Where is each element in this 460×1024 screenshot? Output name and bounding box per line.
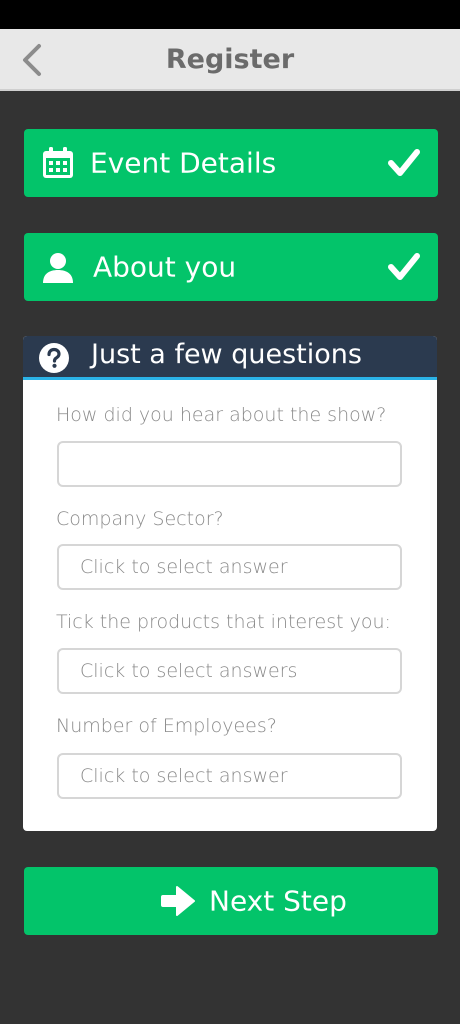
chevron-left-icon <box>23 44 41 76</box>
step-about-you[interactable]: About you <box>24 233 438 301</box>
app-bar: Register <box>0 29 460 91</box>
step-event-details[interactable]: Event Details <box>24 129 438 197</box>
question-label: Company Sector? <box>56 508 224 530</box>
question-circle-icon <box>39 343 69 373</box>
questions-title: Just a few questions <box>91 339 362 370</box>
employees-count-select[interactable]: Click to select answer <box>57 753 402 799</box>
select-placeholder: Click to select answer <box>80 765 288 787</box>
step-label: About you <box>93 250 237 284</box>
check-icon <box>386 249 422 285</box>
calendar-icon <box>40 145 76 181</box>
questions-header: Just a few questions <box>23 336 437 380</box>
select-placeholder: Click to select answer <box>80 556 288 578</box>
arrow-right-icon <box>161 886 195 916</box>
back-button[interactable] <box>14 41 50 79</box>
next-step-label: Next Step <box>209 884 347 918</box>
next-step-button[interactable]: Next Step <box>24 867 438 935</box>
page-title: Register <box>165 43 295 75</box>
check-icon <box>386 145 422 181</box>
status-bar <box>0 0 460 29</box>
company-sector-select[interactable]: Click to select answer <box>57 544 402 590</box>
questions-card: Just a few questions How did you hear ab… <box>23 336 437 831</box>
hear-about-show-input[interactable] <box>57 441 402 487</box>
question-label: Number of Employees? <box>56 715 277 737</box>
hear-about-show-text-input[interactable] <box>67 443 400 485</box>
question-label: How did you hear about the show? <box>56 404 387 426</box>
user-icon <box>40 249 76 285</box>
step-label: Event Details <box>90 146 277 180</box>
products-interest-select[interactable]: Click to select answers <box>57 648 402 694</box>
question-label: Tick the products that interest you: <box>56 611 391 633</box>
select-placeholder: Click to select answers <box>80 660 298 682</box>
